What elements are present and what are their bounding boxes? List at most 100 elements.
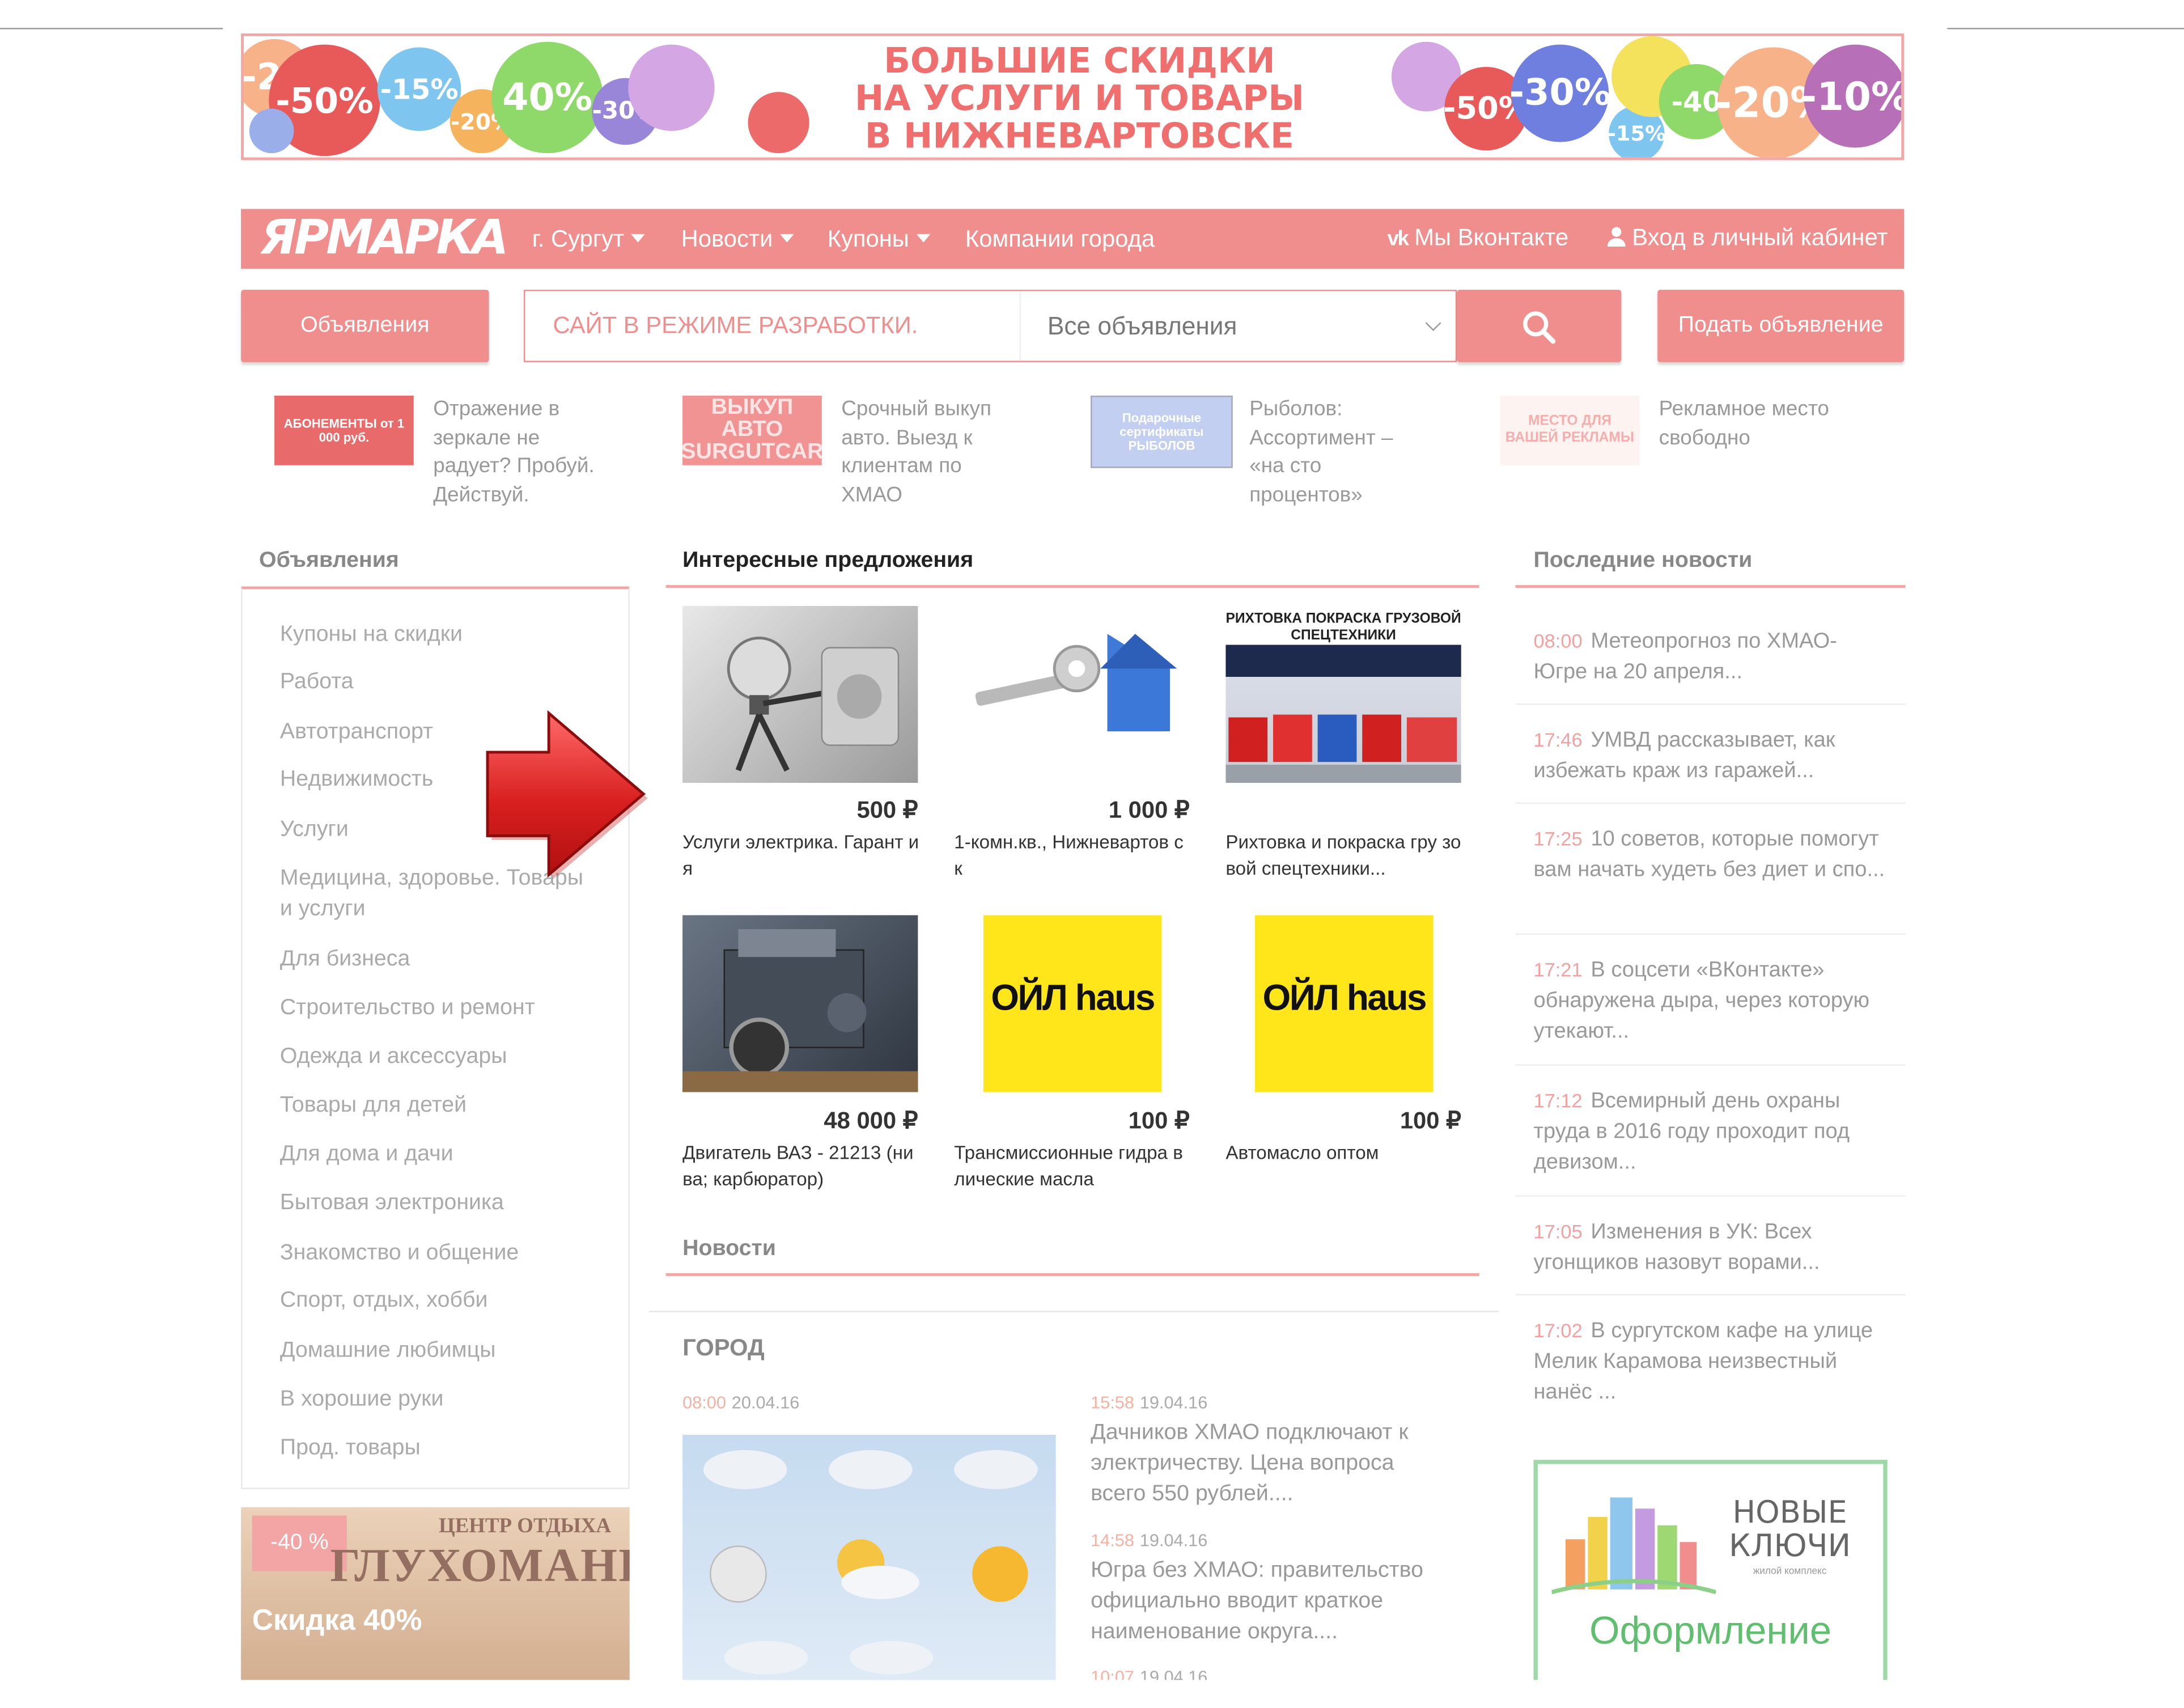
promo-image: Подарочные сертификаты РЫБОЛОВ (1091, 395, 1233, 468)
offer-image-caption: РИХТОВКА ПОКРАСКА ГРУЗОВОЙ СПЕЦТЕХНИКИ (1225, 611, 1461, 644)
news-separator (1515, 802, 1906, 804)
news-time: 17:05 (1533, 1220, 1583, 1243)
promo-item[interactable]: МЕСТО ДЛЯ ВАШЕЙ РЕКЛАМЫ Рекламное место … (1500, 395, 1835, 521)
offer-price: 500 ₽ (856, 796, 918, 824)
sidebar-item-coupons[interactable]: Купоны на скидки (280, 620, 587, 650)
sidebar-item-business[interactable]: Для бизнеса (280, 944, 587, 975)
offer-image[interactable] (682, 915, 918, 1092)
latest-news-item[interactable]: 17:05 Изменения в УК: Всех угонщиков назо… (1533, 1216, 1889, 1279)
top-banner[interactable]: -20 -50% -15% -20% 40% -30% БОЛЬШИЕ СКИД… (241, 33, 1905, 160)
nav-login-link[interactable]: Вход в личный кабинет (1607, 224, 1888, 252)
sidebar-item-giveaway[interactable]: В хорошие руки (280, 1385, 587, 1415)
post-ad-button[interactable]: Подать объявление (1657, 290, 1905, 362)
right-ad-banner[interactable]: НОВЫЕ КЛЮЧИ жилой комплекс Оформление (1533, 1460, 1888, 1680)
offer-title[interactable]: 1-комн.кв., Нижневартов ск (954, 829, 1191, 881)
search-button[interactable] (1457, 290, 1622, 362)
news-headline: В соцсети «ВКонтакте» обнаружена дыра, ч… (1533, 958, 1870, 1044)
discount-bubble: 40% (491, 41, 604, 154)
promo-item[interactable]: АБОНЕМЕНТЫ от 1 000 руб. Отражение в зер… (274, 395, 609, 521)
offer-title[interactable]: Двигатель ВАЗ - 21213 (нива; карбюратор) (682, 1139, 919, 1192)
offer-price: 100 ₽ (1400, 1107, 1461, 1134)
latest-news-title: Последние новости (1533, 549, 1753, 573)
news-timestamp: 14:58 19.04.16 (1091, 1531, 1207, 1550)
latest-news-item[interactable]: 17:25 10 советов, которые помогут вам нач… (1533, 823, 1889, 886)
sidebar-ad-banner[interactable]: -40 % ЦЕНТР ОТДЫХА ГЛУХОМАНЬ Скидка 40% (241, 1507, 630, 1680)
offer-image[interactable] (954, 605, 1190, 783)
offer-image[interactable] (682, 605, 918, 783)
category-select[interactable]: Все объявления (1019, 291, 1456, 361)
news-headline: 10 советов, которые помогут вам начать х… (1533, 827, 1885, 882)
news-headline: В сургутском кафе на улице Мелик Карамов… (1533, 1319, 1873, 1404)
nav-news-dropdown[interactable]: Новости (681, 226, 794, 253)
offers-divider (665, 585, 1479, 588)
news-separator (1515, 1294, 1906, 1296)
promo-item[interactable]: ВЫКУП АВТО SURGUTCAR Срочный выкуп авто.… (681, 395, 1017, 521)
sidebar-item-construction[interactable]: Строительство и ремонт (280, 993, 587, 1024)
offer-price: 100 ₽ (1128, 1107, 1190, 1134)
nav-city-label: г. Сургут (532, 226, 625, 252)
section-divider (649, 1311, 1499, 1312)
news-text[interactable]: Дачников ХМАО подключают к электричеству… (1091, 1418, 1453, 1510)
sidebar-item-jobs[interactable]: Работа (280, 667, 587, 698)
lightbulb-robot-icon (727, 636, 900, 772)
offer-title[interactable]: Услуги электрика. Гарант ия (682, 829, 919, 881)
discount-bubble: -10% (1801, 44, 1902, 148)
red-arrow-icon (486, 710, 648, 879)
sidebar-item-pets[interactable]: Домашние любимцы (280, 1336, 587, 1367)
ad-title: ГЛУХОМАНЬ (330, 1540, 630, 1592)
nav-coupons-label: Купоны (827, 226, 909, 252)
decor-bubble (249, 108, 294, 154)
news-divider (665, 1273, 1479, 1276)
sidebar-item-home[interactable]: Для дома и дачи (280, 1139, 587, 1170)
offer-title[interactable]: Автомасло оптом (1225, 1139, 1462, 1166)
news-time: 14:58 (1091, 1531, 1134, 1550)
category-select-value: Все объявления (1047, 312, 1237, 340)
city-news-title: ГОРОД (682, 1334, 765, 1361)
site-logo[interactable]: ЯРМАРКА (261, 209, 509, 269)
news-separator (1515, 933, 1906, 935)
latest-news-item[interactable]: 08:00 Метеопрогноз по ХМАО-Югре на 20 апр… (1533, 625, 1889, 688)
nav-coupons-dropdown[interactable]: Купоны (828, 226, 930, 253)
search-input[interactable] (525, 291, 1019, 361)
offer-title[interactable]: Трансмиссионные гидра влические масла (954, 1139, 1191, 1192)
offer-price: 1 000 ₽ (1108, 796, 1190, 824)
offer-price: 48 000 ₽ (824, 1107, 918, 1134)
ads-button[interactable]: Объявления (241, 290, 489, 362)
nav-companies-link[interactable]: Компании города (965, 226, 1155, 253)
sidebar-item-dating[interactable]: Знакомство и общение (280, 1239, 587, 1269)
promo-item[interactable]: Подарочные сертификаты РЫБОЛОВ Рыболов: … (1091, 395, 1425, 521)
lead-news-image[interactable] (682, 1435, 1056, 1680)
right-ad-subtitle: жилой комплекс (1753, 1567, 1827, 1577)
offer-image[interactable]: ОЙЛ haus (1255, 915, 1434, 1092)
news-time: 17:12 (1533, 1089, 1583, 1112)
chevron-down-icon (916, 234, 930, 243)
news-separator (1515, 1195, 1906, 1197)
latest-news-item[interactable]: 17:21 В соцсети «ВКонтакте» обнаружена ды… (1533, 954, 1889, 1048)
latest-news-item[interactable]: 17:12 Всемирный день охраны труда в 2016 … (1533, 1085, 1889, 1179)
banner-line: БОЛЬШИЕ СКИДКИ (884, 40, 1275, 81)
offer-image[interactable]: РИХТОВКА ПОКРАСКА ГРУЗОВОЙ СПЕЦТЕХНИКИ (1225, 605, 1461, 783)
latest-news-item[interactable]: 17:02 В сургутском кафе на улице Мелик Ка… (1533, 1315, 1889, 1409)
offer-title[interactable]: Рихтовка и покраска гру зовой спецтехник… (1225, 829, 1462, 881)
nav-city-dropdown[interactable]: г. Сургут (532, 226, 645, 253)
discount-bubble: -15% (377, 47, 461, 131)
news-section-title: Новости (682, 1237, 776, 1261)
news-timestamp: 15:58 19.04.16 (1091, 1393, 1207, 1412)
sidebar-item-kids[interactable]: Товары для детей (280, 1091, 587, 1121)
latest-news-item[interactable]: 17:46 УМВД рассказывает, как избежать кра… (1533, 724, 1889, 787)
sidebar-item-food[interactable]: Прод. товары (280, 1434, 587, 1464)
oil-haus-logo: ОЙЛ haus (991, 976, 1155, 1019)
offer-image[interactable]: ОЙЛ haus (983, 915, 1162, 1092)
main-navbar: ЯРМАРКА г. Сургут Новости Купоны Компани… (241, 209, 1905, 269)
news-text[interactable]: Югра без ХМАО: правительство официально … (1091, 1556, 1453, 1648)
keys-icon (975, 634, 1177, 732)
news-time: 10:07 (1091, 1667, 1134, 1680)
sidebar-item-electronics[interactable]: Бытовая электроника (280, 1188, 587, 1219)
sidebar-item-clothes[interactable]: Одежда и аксессуары (280, 1042, 587, 1073)
engine-icon (682, 929, 918, 1092)
nav-vk-link[interactable]: vk Мы Вконтакте (1387, 224, 1568, 252)
news-separator (1515, 1064, 1906, 1066)
news-time: 08:00 (682, 1393, 726, 1413)
sidebar-item-sport[interactable]: Спорт, отдых, хобби (280, 1286, 587, 1316)
news-time: 17:46 (1533, 728, 1583, 751)
